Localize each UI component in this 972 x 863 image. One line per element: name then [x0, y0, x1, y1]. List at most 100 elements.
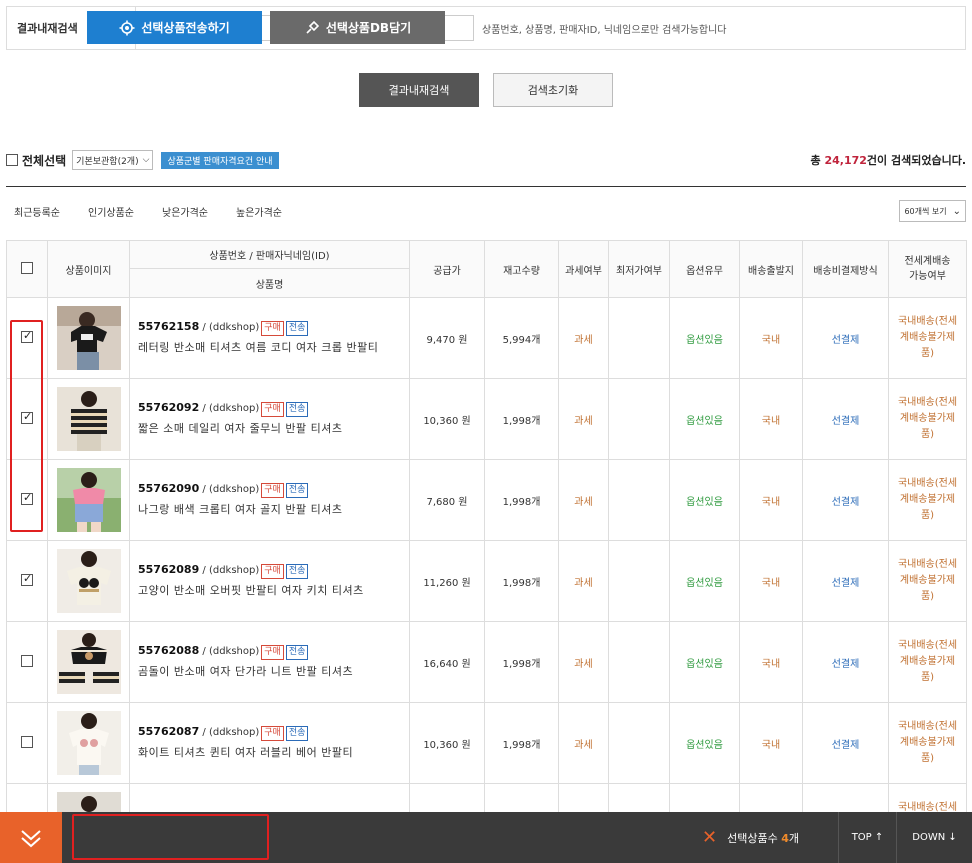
table-row: 55762092 / (ddkshop)구매전송짧은 소매 데일리 여자 줄무늬… [6, 378, 967, 460]
product-code[interactable]: 55762089 [138, 563, 199, 576]
product-stock: 1,998개 [484, 621, 559, 703]
product-code-line: 55762087 / (ddkshop) 구매 전송 [138, 725, 405, 741]
product-name[interactable]: 고양이 반소매 오버핏 반팔티 여자 키치 티셔츠 [138, 583, 405, 599]
buy-tag[interactable]: 구매 [261, 321, 284, 336]
product-thumbnail[interactable] [56, 549, 121, 613]
product-thumbnail[interactable] [56, 306, 121, 370]
worldwide-status: 국내배송(전세계배송불가제품) [888, 540, 967, 622]
product-code[interactable]: 55762158 [138, 320, 199, 333]
ship-origin: 국내 [739, 459, 803, 541]
buy-tag[interactable]: 구매 [261, 645, 284, 660]
select-all-checkbox[interactable] [6, 154, 18, 166]
product-table: 상품이미지 상품번호 / 판매자닉네임(ID) 공급가 재고수량 과세여부 최저… [6, 240, 967, 863]
tax-status: 과세 [558, 702, 609, 784]
table-row: 55762158 / (ddkshop)구매전송레터링 반소매 티셔츠 여름 코… [6, 297, 967, 379]
row-thumbnail-cell [47, 297, 130, 379]
product-code[interactable]: 55762087 [138, 725, 199, 738]
send-selected-button[interactable]: 선택상품전송하기 [87, 11, 262, 44]
send-tag[interactable]: 전송 [285, 402, 309, 417]
scroll-top-button[interactable]: TOP ↑ [838, 812, 896, 863]
row-checkbox-cell [6, 702, 48, 784]
close-icon[interactable]: ✕ [702, 829, 717, 847]
product-code-line: 55762089 / (ddkshop) 구매 전송 [138, 563, 405, 579]
product-price: 10,360 원 [409, 702, 485, 784]
tax-status: 과세 [558, 297, 609, 379]
product-code-line: 55762092 / (ddkshop) 구매 전송 [138, 401, 405, 417]
row-thumbnail-cell [47, 540, 130, 622]
header-price: 공급가 [409, 240, 485, 298]
product-info-cell: 55762088 / (ddkshop) 구매 전송 곰돌이 반소매 여자 단가라 니… [129, 621, 410, 703]
row-thumbnail-cell [47, 378, 130, 460]
min-price-status [608, 378, 670, 460]
product-code[interactable]: 55762092 [138, 401, 199, 414]
sort-recent[interactable]: 최근등록순 [14, 204, 60, 219]
min-price-status [608, 459, 670, 541]
row-checkbox-cell [6, 621, 48, 703]
product-code-line: 55762090 / (ddkshop) 구매 전송 [138, 482, 405, 498]
product-stock: 1,998개 [484, 702, 559, 784]
send-tag[interactable]: 전송 [285, 321, 309, 336]
product-name[interactable]: 화이트 티셔츠 퀸티 여자 러블리 베어 반팔티 [138, 745, 405, 761]
search-hint: 상품번호, 상품명, 판매자ID, 닉네임으로만 검색가능합니다 [482, 24, 727, 36]
option-status: 옵션있음 [669, 459, 740, 541]
product-seller: / (ddkshop) [199, 727, 260, 738]
sort-low-price[interactable]: 낮은가격순 [162, 204, 208, 219]
send-tag[interactable]: 전송 [285, 483, 309, 498]
product-name[interactable]: 곰돌이 반소매 여자 단가라 니트 반팔 티셔츠 [138, 664, 405, 680]
per-page-value: 60개씩 보기 [904, 206, 947, 216]
send-tag[interactable]: 전송 [285, 645, 309, 660]
worldwide-status: 국내배송(전세계배송불가제품) [888, 702, 967, 784]
product-seller: / (ddkshop) [199, 484, 260, 495]
product-thumbnail[interactable] [56, 387, 121, 451]
product-name[interactable]: 짧은 소매 데일리 여자 줄무늬 반팔 티셔츠 [138, 421, 405, 437]
send-tag[interactable]: 전송 [285, 726, 309, 741]
header-checkbox-cell [6, 240, 48, 298]
header-image: 상품이미지 [47, 240, 130, 298]
sort-high-price[interactable]: 높은가격순 [236, 204, 282, 219]
buy-tag[interactable]: 구매 [261, 402, 284, 417]
product-code[interactable]: 55762088 [138, 644, 199, 657]
ship-origin: 국내 [739, 702, 803, 784]
product-thumbnail[interactable] [56, 711, 121, 775]
product-seller: / (ddkshop) [199, 403, 260, 414]
row-checkbox[interactable] [21, 735, 33, 748]
sort-popular[interactable]: 인기상품순 [88, 204, 134, 219]
row-checkbox[interactable] [21, 572, 33, 586]
search-submit-button[interactable]: 결과내재검색 [359, 73, 479, 107]
header-select-all-checkbox[interactable] [21, 261, 33, 274]
seller-guide-badge[interactable]: 상품군별 판매자격요건 안내 [161, 151, 279, 169]
tax-status: 과세 [558, 621, 609, 703]
product-thumbnail[interactable] [56, 468, 121, 532]
storage-dropdown[interactable]: 기본보관함(2개) ⌵ [72, 150, 154, 170]
option-status: 옵션있음 [669, 621, 740, 703]
list-toolbar: 전체선택 기본보관함(2개) ⌵ 상품군별 판매자격요건 안내 총 24,172… [6, 149, 966, 171]
send-tag[interactable]: 전송 [285, 564, 309, 579]
product-stock: 1,998개 [484, 540, 559, 622]
ship-origin: 국내 [739, 540, 803, 622]
option-status: 옵션있음 [669, 378, 740, 460]
scroll-down-button[interactable]: DOWN ↓ [896, 812, 972, 863]
save-to-db-button[interactable]: 선택상품DB담기 [270, 11, 445, 44]
buy-tag[interactable]: 구매 [261, 483, 284, 498]
product-name[interactable]: 나그랑 배색 크롭티 여자 골지 반팔 티셔츠 [138, 502, 405, 518]
product-name[interactable]: 레터링 반소매 티셔츠 여름 코디 여자 크롭 반팔티 [138, 340, 405, 356]
row-checkbox[interactable] [21, 654, 33, 667]
product-stock: 1,998개 [484, 459, 559, 541]
product-price: 16,640 원 [409, 621, 485, 703]
buy-tag[interactable]: 구매 [261, 726, 284, 741]
product-thumbnail[interactable] [56, 630, 121, 694]
header-stock: 재고수량 [484, 240, 559, 298]
min-price-status [608, 540, 670, 622]
header-min-price: 최저가여부 [608, 240, 670, 298]
buy-tag[interactable]: 구매 [261, 564, 284, 579]
tax-status: 과세 [558, 459, 609, 541]
storage-dropdown-value: 기본보관함(2개) [76, 156, 139, 167]
ship-origin: 국내 [739, 297, 803, 379]
search-reset-button[interactable]: 검색초기화 [493, 73, 613, 107]
product-info-cell: 55762087 / (ddkshop) 구매 전송화이트 티셔츠 퀸티 여자 러블… [129, 702, 410, 784]
per-page-select[interactable]: 60개씩 보기 ⌄ [899, 200, 966, 222]
tax-status: 과세 [558, 540, 609, 622]
row-thumbnail-cell [47, 459, 130, 541]
collapse-bar-button[interactable] [0, 812, 62, 863]
product-code[interactable]: 55762090 [138, 482, 199, 495]
